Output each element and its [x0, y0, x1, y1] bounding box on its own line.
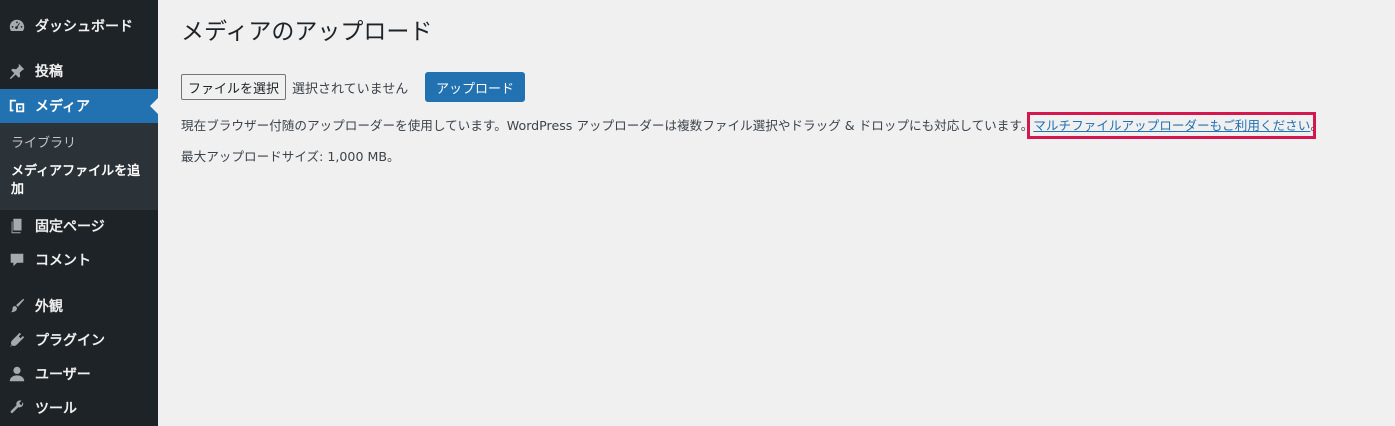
- no-file-selected-text: 選択されていません: [292, 82, 409, 97]
- media-icon: [8, 97, 26, 115]
- sidebar-item-posts[interactable]: 投稿: [0, 54, 158, 88]
- sidebar-item-label: 投稿: [35, 64, 63, 80]
- sidebar-item-pages[interactable]: 固定ページ: [0, 209, 158, 243]
- submenu-item-add-new[interactable]: メディアファイルを追加: [11, 163, 151, 199]
- sidebar-item-label: メディア: [35, 99, 91, 115]
- sidebar-item-label: ユーザー: [35, 367, 91, 383]
- sidebar-item-tools[interactable]: ツール: [0, 391, 158, 425]
- multi-file-uploader-link[interactable]: マルチファイルアップローダーもご利用ください: [1027, 112, 1317, 139]
- max-upload-size: 最大アップロードサイズ: 1,000 MB。: [181, 149, 400, 164]
- sidebar-item-comments[interactable]: コメント: [0, 243, 158, 277]
- submenu-item-library[interactable]: ライブラリ: [11, 135, 151, 153]
- pages-icon: [8, 217, 26, 235]
- browser-uploader-info: 現在ブラウザー付随のアップローダーを使用しています。WordPress アップロ…: [181, 112, 1323, 139]
- user-icon: [8, 365, 26, 383]
- info-suffix: 。: [1310, 118, 1323, 133]
- sidebar-item-label: ツール: [35, 401, 77, 417]
- plugin-icon: [8, 331, 26, 349]
- choose-file-button[interactable]: ファイルを選択: [181, 74, 287, 100]
- sidebar-item-appearance[interactable]: 外観: [0, 289, 158, 323]
- wrench-icon: [8, 399, 26, 417]
- sidebar-item-label: ダッシュボード: [35, 19, 133, 35]
- sidebar-item-label: コメント: [35, 253, 91, 269]
- admin-sidebar: ダッシュボード 投稿 メディア ライブラリ メディアファイルを追加 固定ページ …: [0, 0, 158, 426]
- info-text: 現在ブラウザー付随のアップローダーを使用しています。WordPress アップロ…: [181, 118, 1034, 133]
- page-title: メディアのアップロード: [181, 19, 433, 45]
- paintbrush-icon: [8, 297, 26, 315]
- sidebar-item-users[interactable]: ユーザー: [0, 357, 158, 391]
- dashboard-icon: [8, 17, 26, 35]
- sidebar-item-label: 固定ページ: [35, 219, 105, 235]
- comment-icon: [8, 251, 26, 269]
- media-submenu: ライブラリ メディアファイルを追加: [0, 123, 158, 210]
- upload-button[interactable]: アップロード: [425, 72, 525, 102]
- sidebar-item-label: 外観: [35, 299, 63, 315]
- pushpin-icon: [8, 62, 26, 80]
- main-content: メディアのアップロード ファイルを選択 選択されていません アップロード 現在ブ…: [158, 0, 1395, 426]
- sidebar-item-dashboard[interactable]: ダッシュボード: [0, 9, 158, 43]
- sidebar-item-label: プラグイン: [35, 333, 105, 349]
- sidebar-item-plugins[interactable]: プラグイン: [0, 323, 158, 357]
- sidebar-item-media[interactable]: メディア: [0, 89, 158, 123]
